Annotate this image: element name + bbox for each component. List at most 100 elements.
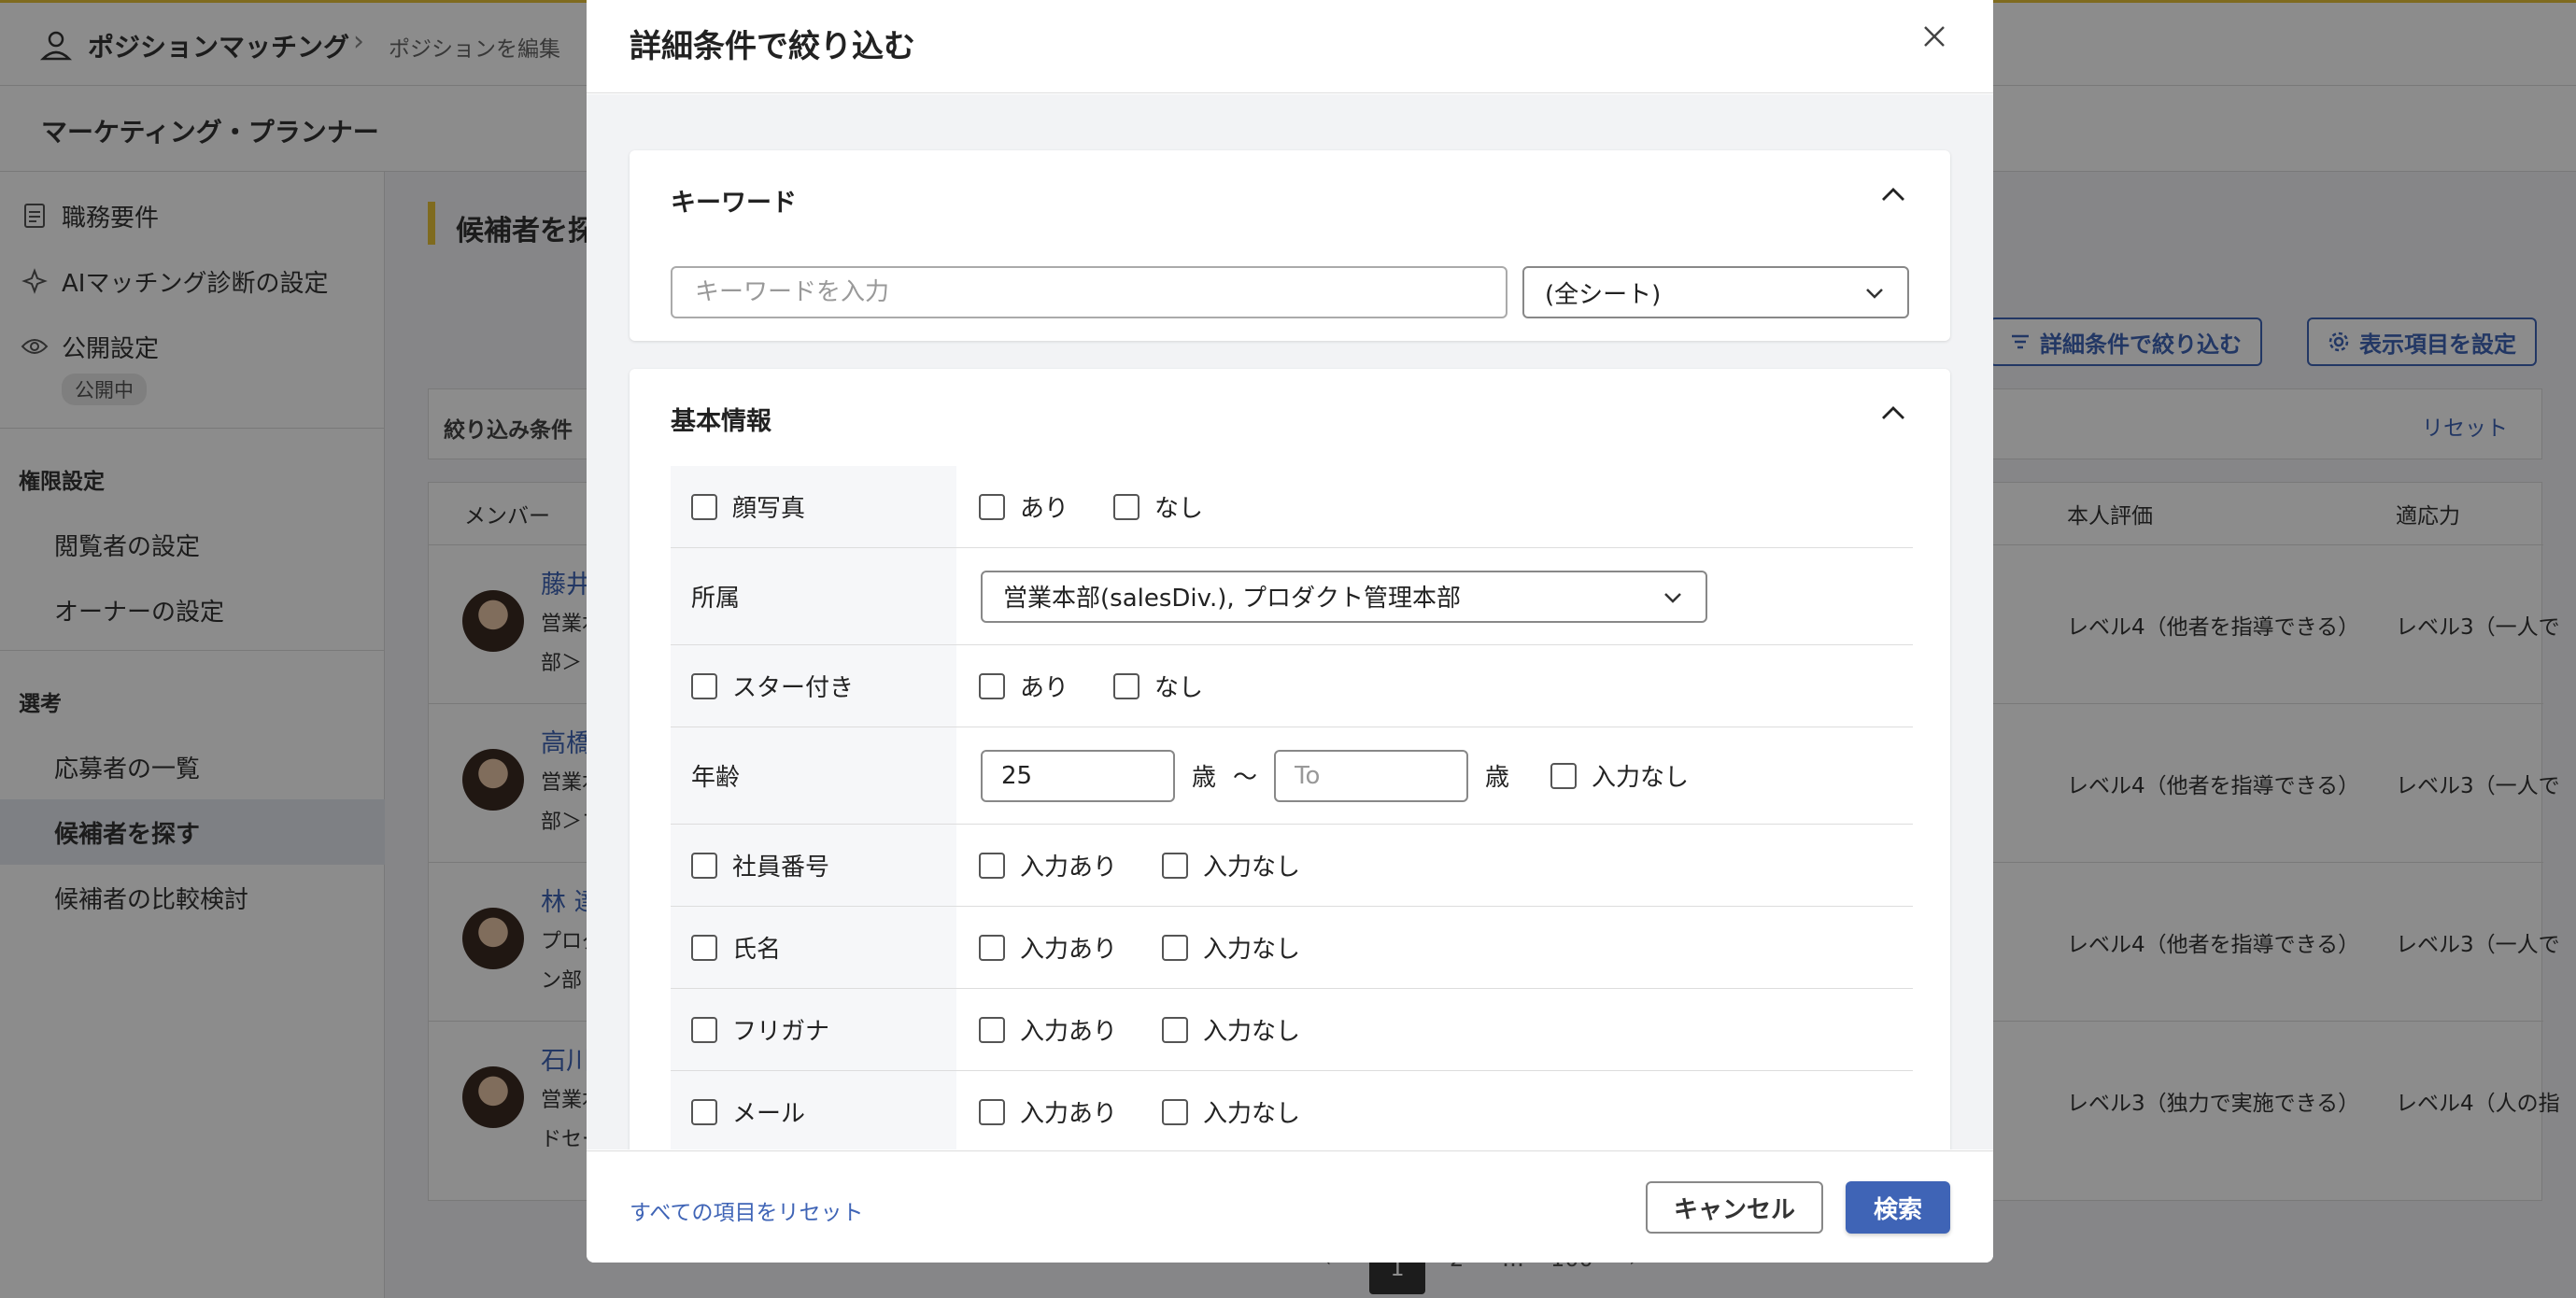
checkbox[interactable] xyxy=(979,1016,1005,1043)
starred-checkbox[interactable] xyxy=(691,672,717,699)
chevron-up-icon[interactable] xyxy=(1877,397,1909,429)
sheet-select-value: (全シート) xyxy=(1545,280,1662,309)
email-checkbox[interactable] xyxy=(691,1098,717,1125)
filter-label: 顔写真 xyxy=(671,466,956,547)
employee-id-none-option[interactable]: 入力なし xyxy=(1162,848,1300,882)
search-button[interactable]: 検索 xyxy=(1846,1181,1950,1234)
filter-label-text: 社員番号 xyxy=(732,854,830,882)
option-label: あり xyxy=(1020,674,1069,702)
cancel-button[interactable]: キャンセル xyxy=(1646,1181,1823,1234)
filter-modal: 詳細条件で絞り込む キーワード (全シート) 基本情報 顔写真 あり なし xyxy=(587,0,1993,1263)
filter-row-email: メール 入力あり 入力なし xyxy=(671,1071,1913,1150)
checkbox[interactable] xyxy=(979,934,1005,961)
furigana-none-option[interactable]: 入力なし xyxy=(1162,1012,1300,1047)
checkbox[interactable] xyxy=(1162,934,1189,961)
filter-label-text: 年齢 xyxy=(691,764,741,792)
filter-row-employee-id: 社員番号 入力あり 入力なし xyxy=(671,825,1913,907)
sheet-select[interactable]: (全シート) xyxy=(1522,266,1909,318)
option-label: 入力なし xyxy=(1203,854,1301,882)
filter-values: 入力あり 入力なし xyxy=(979,1071,1345,1150)
department-select-value: 営業本部(salesDiv.), プロダクト管理本部 xyxy=(1003,585,1461,613)
basic-info-card: 基本情報 顔写真 あり なし 所属 営業本部(salesDiv.), プロダクト… xyxy=(630,369,1950,1150)
chevron-up-icon[interactable] xyxy=(1877,178,1909,210)
checkbox[interactable] xyxy=(1113,493,1140,520)
modal-header: 詳細条件で絞り込む xyxy=(587,0,1993,93)
age-unit: 歳 xyxy=(1192,764,1217,792)
email-none-option[interactable]: 入力なし xyxy=(1162,1094,1300,1129)
employee-id-has-option[interactable]: 入力あり xyxy=(979,848,1117,882)
department-select[interactable]: 営業本部(salesDiv.), プロダクト管理本部 xyxy=(981,570,1707,623)
option-label: 入力なし xyxy=(1203,1018,1301,1046)
filter-row-age: 年齢 歳 〜 歳 入力なし xyxy=(671,727,1913,825)
modal-footer: すべての項目をリセット キャンセル 検索 xyxy=(587,1150,1993,1263)
filter-row-photo: 顔写真 あり なし xyxy=(671,466,1913,548)
filter-values: 入力あり 入力なし xyxy=(979,989,1345,1070)
name-none-option[interactable]: 入力なし xyxy=(1162,930,1300,965)
filter-row-furigana: フリガナ 入力あり 入力なし xyxy=(671,989,1913,1071)
reset-all-link[interactable]: すべての項目をリセット xyxy=(630,1194,863,1226)
filter-label: スター付き xyxy=(671,645,956,727)
filter-label: 氏名 xyxy=(671,907,956,988)
email-has-option[interactable]: 入力あり xyxy=(979,1094,1117,1129)
range-tilde: 〜 xyxy=(1233,764,1258,792)
age-no-input-option[interactable]: 入力なし xyxy=(1550,758,1689,793)
checkbox[interactable] xyxy=(979,672,1005,699)
filter-label-text: 氏名 xyxy=(732,936,782,964)
chevron-down-icon xyxy=(1866,289,1883,299)
filter-values: 歳 〜 歳 入力なし xyxy=(981,727,1734,824)
filter-values: あり なし xyxy=(979,466,1248,547)
checkbox[interactable] xyxy=(979,493,1005,520)
option-label: 入力あり xyxy=(1020,1100,1118,1128)
employee-id-checkbox[interactable] xyxy=(691,852,717,879)
name-has-option[interactable]: 入力あり xyxy=(979,930,1117,965)
filter-label-text: 所属 xyxy=(691,585,741,613)
checkbox[interactable] xyxy=(979,852,1005,879)
starred-yes-option[interactable]: あり xyxy=(979,669,1069,703)
checkbox[interactable] xyxy=(1162,852,1189,879)
checkbox[interactable] xyxy=(1113,672,1140,699)
filter-row-starred: スター付き あり なし xyxy=(671,645,1913,727)
filter-label-text: 顔写真 xyxy=(732,495,806,523)
modal-body: キーワード (全シート) 基本情報 顔写真 あり なし 所属 xyxy=(587,94,1993,1150)
filter-label-text: メール xyxy=(732,1100,806,1128)
filter-label-text: スター付き xyxy=(732,674,855,702)
age-to-input[interactable] xyxy=(1274,749,1469,802)
keyword-input[interactable] xyxy=(671,266,1507,318)
filter-values: 入力あり 入力なし xyxy=(979,907,1345,988)
modal-title: 詳細条件で絞り込む xyxy=(630,28,915,65)
close-icon[interactable] xyxy=(1918,21,1950,52)
option-label: 入力あり xyxy=(1020,854,1118,882)
starred-no-option[interactable]: なし xyxy=(1113,669,1203,703)
filter-label: メール xyxy=(671,1071,956,1150)
filter-values: あり なし xyxy=(979,645,1248,727)
age-from-input[interactable] xyxy=(981,749,1175,802)
filter-label: 所属 xyxy=(671,548,956,644)
chevron-down-icon xyxy=(1664,592,1681,603)
option-label: 入力なし xyxy=(1592,764,1690,792)
option-label: 入力なし xyxy=(1203,1100,1301,1128)
furigana-checkbox[interactable] xyxy=(691,1016,717,1043)
option-label: なし xyxy=(1154,495,1204,523)
photo-no-option[interactable]: なし xyxy=(1113,489,1203,524)
option-label: あり xyxy=(1020,495,1069,523)
furigana-has-option[interactable]: 入力あり xyxy=(979,1012,1117,1047)
photo-checkbox[interactable] xyxy=(691,493,717,520)
filter-label: 社員番号 xyxy=(671,825,956,906)
checkbox[interactable] xyxy=(1550,762,1578,789)
filter-label-text: フリガナ xyxy=(732,1018,830,1046)
filter-label: フリガナ xyxy=(671,989,956,1070)
checkbox[interactable] xyxy=(979,1098,1005,1125)
filter-row-name: 氏名 入力あり 入力なし xyxy=(671,907,1913,989)
checkbox[interactable] xyxy=(1162,1016,1189,1043)
checkbox[interactable] xyxy=(1162,1098,1189,1125)
filter-row-department: 所属 営業本部(salesDiv.), プロダクト管理本部 xyxy=(671,548,1913,645)
photo-yes-option[interactable]: あり xyxy=(979,489,1069,524)
keyword-card: キーワード (全シート) xyxy=(630,150,1950,341)
keyword-section-title: キーワード xyxy=(671,189,797,218)
filter-values: 営業本部(salesDiv.), プロダクト管理本部 xyxy=(981,548,1707,644)
option-label: なし xyxy=(1154,674,1204,702)
name-checkbox[interactable] xyxy=(691,934,717,961)
filter-label: 年齢 xyxy=(671,727,956,824)
age-unit: 歳 xyxy=(1485,764,1510,792)
option-label: 入力あり xyxy=(1020,1018,1118,1046)
